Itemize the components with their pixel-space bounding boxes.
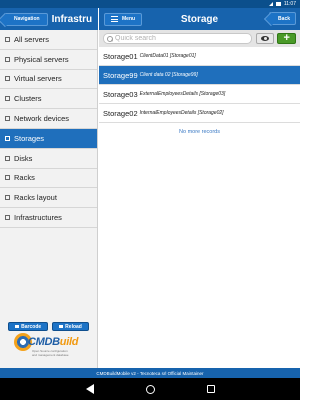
sidebar-item[interactable]: All servers <box>0 30 97 50</box>
search-input[interactable] <box>115 35 250 42</box>
record-code: Storage02 <box>103 108 138 118</box>
plus-icon: + <box>283 32 290 44</box>
sidebar-item[interactable]: Clusters <box>0 89 97 110</box>
sidebar-item[interactable]: Infrastructures <box>0 208 97 228</box>
sidebar-item[interactable]: Racks layout <box>0 188 97 209</box>
logo-brand: CMDBuild <box>28 336 79 348</box>
search-icon <box>107 35 113 42</box>
menu-button-label: Menu <box>122 16 136 22</box>
record-description: ClientData01 [Storage01] <box>139 53 196 59</box>
eye-icon <box>261 36 270 41</box>
sidebar-item-label: Disks <box>14 153 33 163</box>
folder-icon <box>5 175 10 181</box>
footer-bar: CMDBuildMobile v2 - Tecnoteca srl Offici… <box>0 368 300 378</box>
sidebar-item[interactable]: Storages <box>0 128 97 149</box>
folder-icon <box>5 76 10 82</box>
status-time: 11:07 <box>283 1 296 7</box>
barcode-button-label: Barcode <box>21 323 42 330</box>
folder-icon <box>5 215 10 221</box>
record-row[interactable]: Storage02 InternalEmployeesDetails [Stora… <box>99 104 300 123</box>
record-description: ExternalEmployeesDetails [Storage03] <box>139 91 226 97</box>
sidebar-item-label: Infrastructures <box>14 213 62 223</box>
back-button[interactable]: Back <box>269 12 296 25</box>
search-toolbar: + <box>99 30 300 47</box>
no-more-records: No more records <box>179 129 220 135</box>
reload-button-label: Reload <box>65 323 82 330</box>
reload-button[interactable]: Reload <box>52 322 89 331</box>
status-bar: 11:07 <box>0 0 300 8</box>
record-code: Storage03 <box>103 89 138 99</box>
barcode-icon <box>15 325 20 328</box>
folder-icon <box>5 56 10 62</box>
sidebar-list: All servers Physical servers Virtual serve… <box>0 30 97 228</box>
sidebar-item[interactable]: Disks <box>0 149 97 169</box>
sidebar-item-label: Network devices <box>14 114 70 124</box>
add-button[interactable]: + <box>277 33 296 44</box>
hamburger-icon <box>111 16 118 22</box>
android-nav-bar <box>0 378 300 400</box>
sidebar-item[interactable]: Virtual servers <box>0 70 97 90</box>
sidebar-item-label: Virtual servers <box>14 74 62 84</box>
record-row[interactable]: Storage99 Client data 02 [Storage99] <box>99 66 300 85</box>
folder-icon <box>5 155 10 161</box>
record-description: Client data 02 [Storage99] <box>139 72 198 78</box>
barcode-button[interactable]: Barcode <box>8 322 49 331</box>
folder-icon <box>5 135 10 141</box>
sidebar-item-label: Clusters <box>14 94 42 104</box>
left-header: Navigation Infrastructure <box>0 8 98 30</box>
navigation-button-label: Navigation <box>14 16 40 22</box>
sidebar-item-label: Racks <box>14 173 35 183</box>
left-header-title: Infrastructure <box>51 13 92 25</box>
records-list: Storage01 ClientData01 [Storage01] Storage… <box>99 47 300 123</box>
navigation-button[interactable]: Navigation <box>4 12 48 26</box>
sidebar-item-label: Physical servers <box>14 54 69 64</box>
back-button-label: Back <box>278 15 290 22</box>
record-code: Storage99 <box>103 70 138 80</box>
reload-icon <box>59 325 64 328</box>
sidebar-item[interactable]: Physical servers <box>0 50 97 70</box>
back-triangle-icon[interactable] <box>85 384 94 394</box>
sidebar-item[interactable]: Network devices <box>0 109 97 129</box>
home-circle-icon[interactable] <box>145 384 155 394</box>
records-panel: + Storage01ClientData01 [Storage01]Stora… <box>99 30 300 368</box>
record-code: Storage01 <box>103 51 138 61</box>
view-button[interactable] <box>255 33 275 44</box>
sidebar-item[interactable]: Racks <box>0 169 97 189</box>
folder-icon <box>5 36 10 42</box>
sidebar-footer: Barcode Reload CMDBuild Open Source conf… <box>0 320 97 368</box>
layout-icon <box>5 195 10 201</box>
menu-button[interactable]: Menu <box>104 12 143 26</box>
recents-square-icon[interactable] <box>206 385 215 393</box>
search-box <box>103 33 252 44</box>
record-row[interactable]: Storage03 ExternalEmployeesDetails [Stora… <box>99 85 300 104</box>
sidebar-item-label: Racks layout <box>14 193 57 203</box>
sidebar: All servers Physical servers Virtual serve… <box>0 30 98 368</box>
record-row[interactable]: Storage01 ClientData01 [Storage01] <box>99 47 300 66</box>
right-header: Menu Storage Back <box>99 8 300 30</box>
record-description: InternalEmployeesDetails [Storage02] <box>139 110 224 116</box>
footer-text: CMDBuildMobile v2 - Tecnoteca srl Offici… <box>96 370 204 376</box>
sidebar-item-label: All servers <box>14 34 50 44</box>
cmdbuild-logo: CMDBuild Open Source configuration and m… <box>14 333 84 361</box>
logo-tagline-2: and management database <box>32 353 69 357</box>
folder-icon <box>5 96 10 102</box>
signal-icon <box>268 2 273 6</box>
battery-icon <box>275 2 281 6</box>
sidebar-item-label: Storages <box>14 133 45 143</box>
folder-icon <box>5 116 10 122</box>
